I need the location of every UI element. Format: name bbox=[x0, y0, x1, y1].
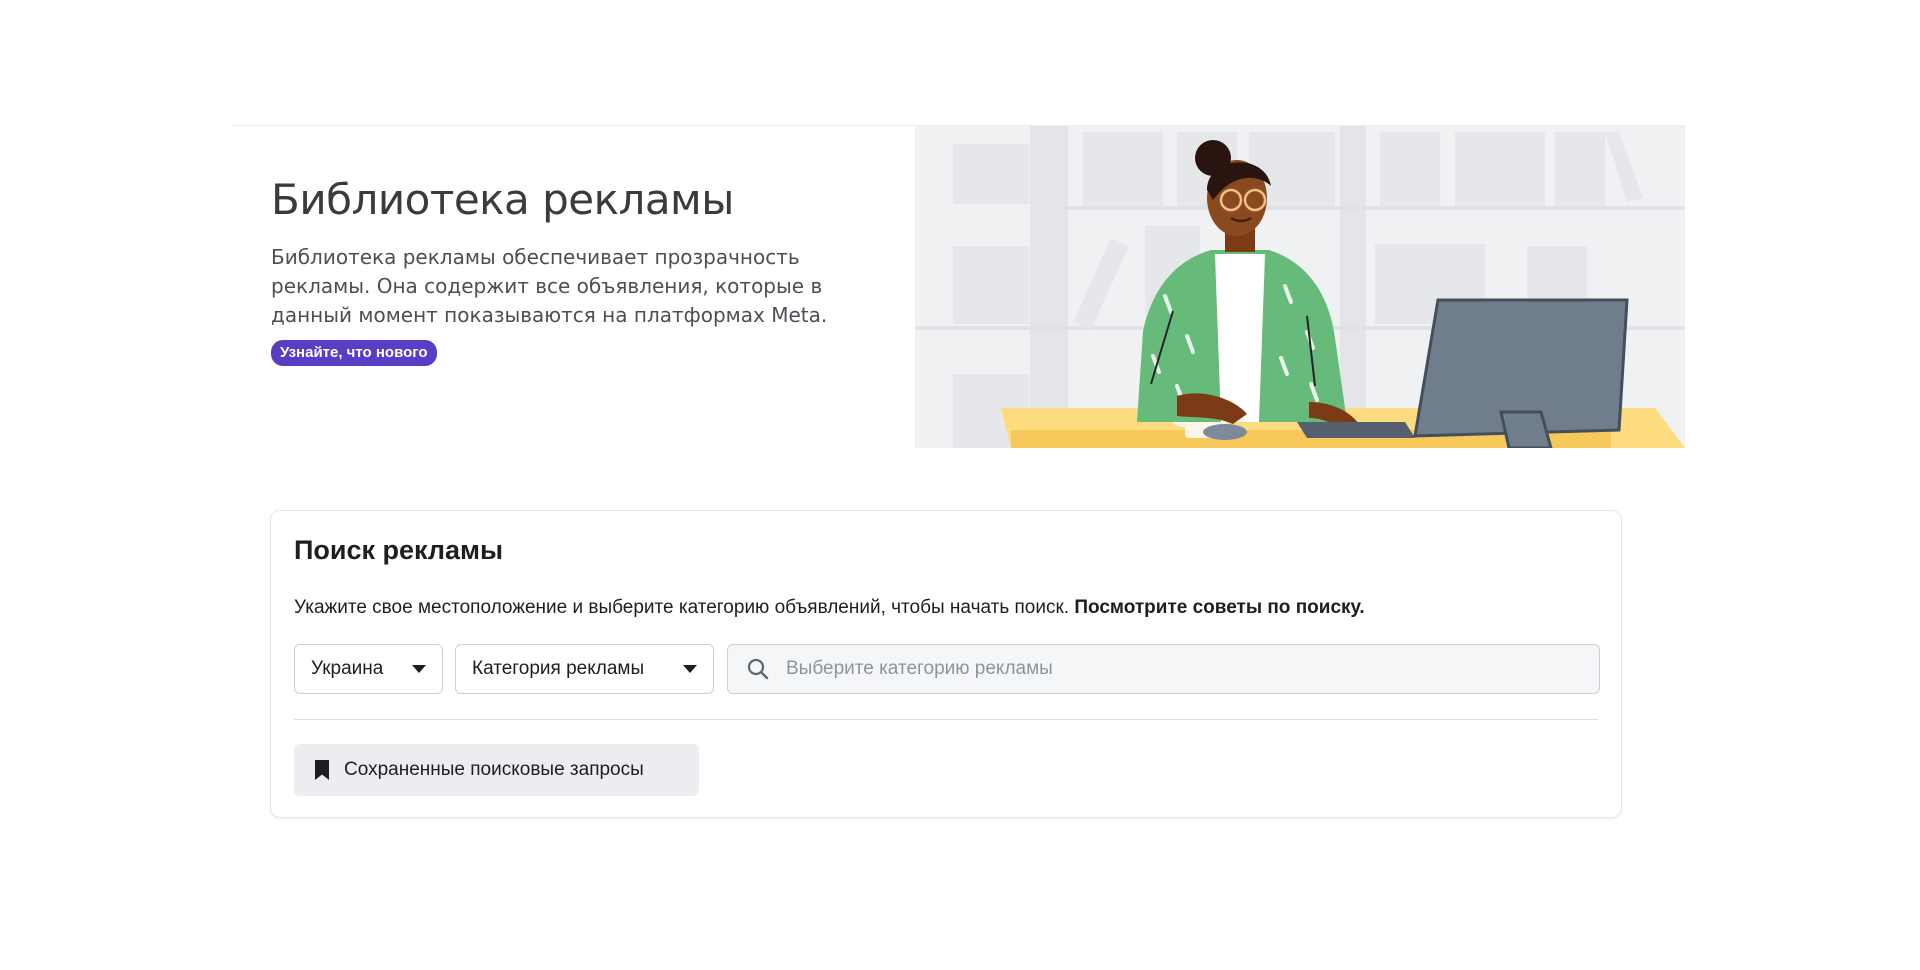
hero-description: Библиотека рекламы обеспечивает прозрачн… bbox=[271, 245, 828, 327]
search-instructions: Укажите свое местоположение и выберите к… bbox=[294, 595, 1365, 621]
category-select-value: Категория рекламы bbox=[472, 658, 645, 679]
search-icon bbox=[747, 658, 769, 680]
page-title: Библиотека рекламы bbox=[271, 175, 734, 224]
search-card-title: Поиск рекламы bbox=[294, 535, 504, 565]
whats-new-badge[interactable]: Узнайте, что нового bbox=[271, 340, 437, 366]
country-select-value: Украина bbox=[311, 658, 384, 679]
search-input[interactable] bbox=[784, 657, 1581, 681]
country-select[interactable]: Украина bbox=[294, 644, 443, 694]
search-tips-link[interactable]: Посмотрите советы по поиску. bbox=[1074, 597, 1364, 618]
search-field[interactable] bbox=[727, 644, 1600, 694]
caret-down-icon bbox=[683, 665, 697, 673]
divider bbox=[294, 719, 1598, 720]
hero-banner: Библиотека рекламы Библиотека рекламы об… bbox=[231, 125, 1685, 448]
hero-text: Библиотека рекламы Библиотека рекламы об… bbox=[271, 173, 891, 366]
saved-searches-button[interactable]: Сохраненные поисковые запросы bbox=[294, 744, 699, 796]
ad-search-card: Поиск рекламы Укажите свое местоположени… bbox=[270, 510, 1622, 818]
caret-down-icon bbox=[412, 665, 426, 673]
ad-category-select[interactable]: Категория рекламы bbox=[455, 644, 714, 694]
saved-searches-label: Сохраненные поисковые запросы bbox=[344, 759, 644, 780]
bookmark-icon bbox=[315, 760, 329, 780]
woman-working-at-computer-illustration bbox=[915, 126, 1685, 448]
instructions-text: Укажите свое местоположение и выберите к… bbox=[294, 597, 1070, 618]
